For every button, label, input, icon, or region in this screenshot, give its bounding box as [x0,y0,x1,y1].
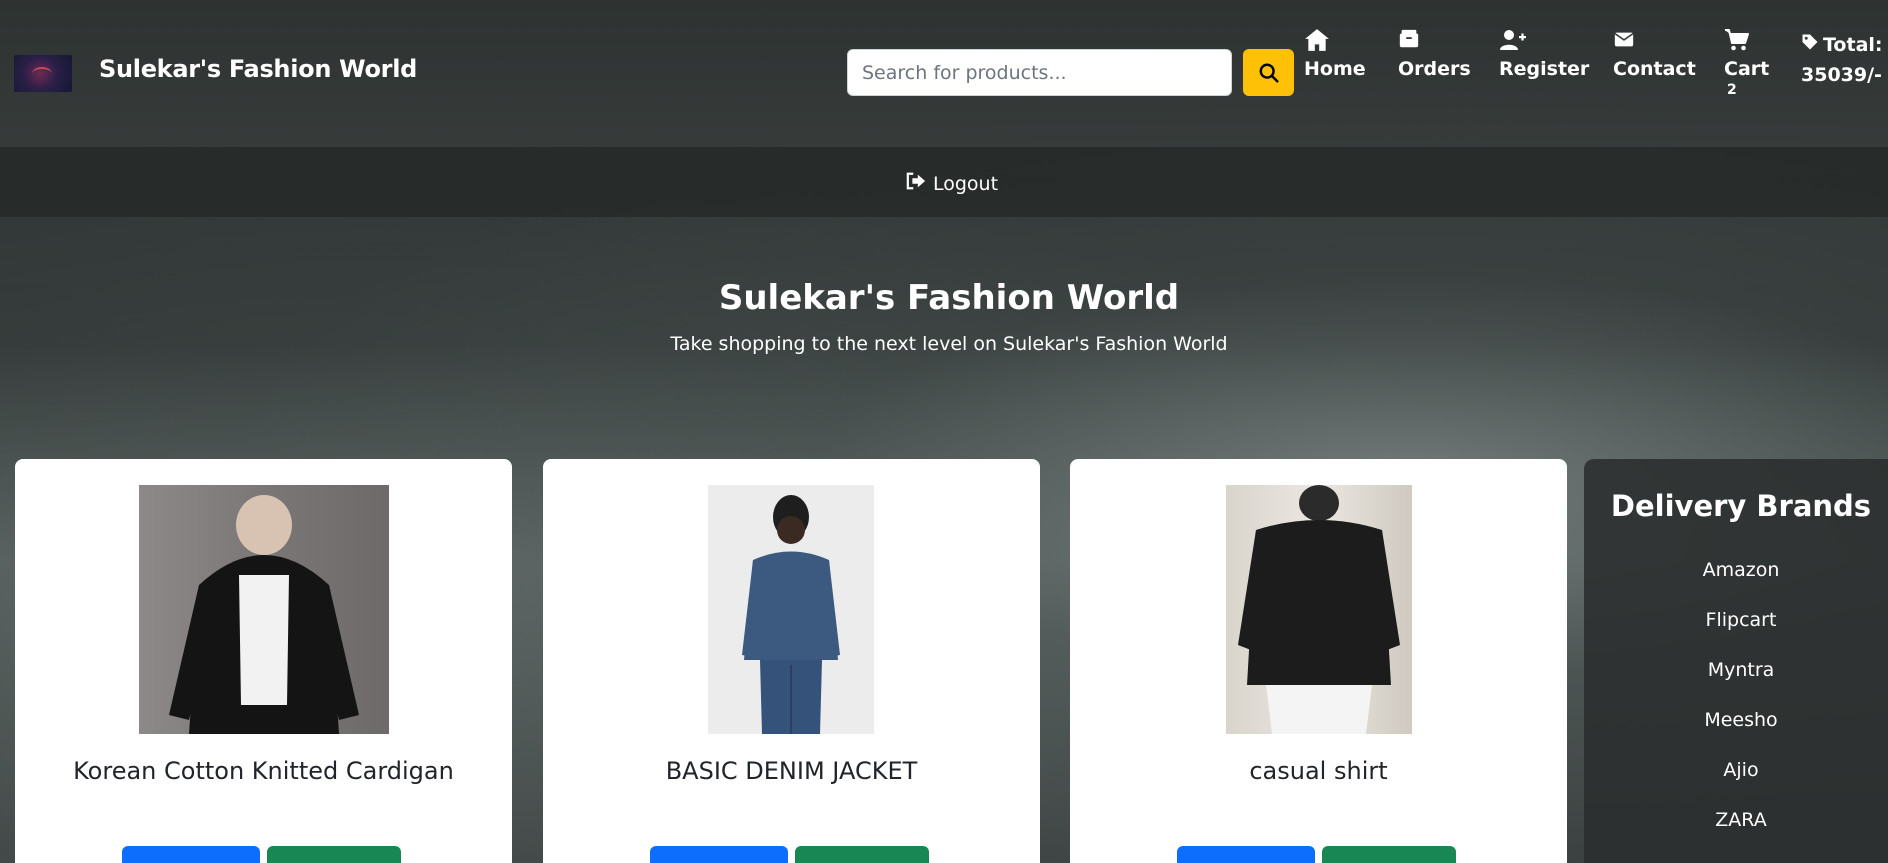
product-card: Korean Cotton Knitted Cardigan [15,459,512,863]
nav-orders-label: Orders [1398,58,1471,80]
total-value: 35039/- [1801,64,1882,86]
delivery-brands-panel: Delivery Brands Amazon Flipcart Myntra M… [1584,459,1888,863]
tag-icon [1801,30,1819,60]
site-logo[interactable] [14,55,72,92]
search-icon [1259,63,1279,83]
product-title: casual shirt [1249,757,1388,785]
brand-name[interactable]: Sulekar's Fashion World [99,55,417,83]
product-image[interactable] [708,485,874,734]
product-card: BASIC DENIM JACKET [543,459,1040,863]
product-title: Korean Cotton Knitted Cardigan [73,757,454,785]
logout-link[interactable]: Logout [905,171,998,196]
add-to-cart-button[interactable] [1322,846,1456,863]
home-icon [1304,28,1366,54]
nav-contact[interactable]: Contact [1613,28,1696,80]
view-details-button[interactable] [122,846,260,863]
nav-home[interactable]: Home [1304,28,1366,80]
envelope-icon [1613,28,1696,54]
hero-title: Sulekar's Fashion World [718,278,1180,318]
nav-orders[interactable]: Orders [1398,28,1471,80]
user-plus-icon [1499,28,1589,54]
cart-count-badge: 2 [1727,82,1737,98]
nav-contact-label: Contact [1613,58,1696,80]
nav-cart-label: Cart [1724,58,1770,80]
brand-item[interactable]: Ajio [1584,759,1888,809]
product-image[interactable] [139,485,389,734]
view-details-button[interactable] [650,846,788,863]
nav-cart[interactable]: Cart 2 [1724,28,1769,98]
nav-register-label: Register [1499,58,1590,80]
nav-home-label: Home [1304,58,1366,80]
nav-register[interactable]: Register [1499,28,1589,80]
delivery-brands-title: Delivery Brands [1610,489,1872,523]
search-button[interactable] [1243,49,1294,96]
cart-total: Total: 35039/- [1801,30,1883,90]
delivery-brands-list: Amazon Flipcart Myntra Meesho Ajio ZARA [1584,559,1888,859]
view-details-button[interactable] [1177,846,1315,863]
brand-item[interactable]: ZARA [1584,809,1888,859]
cart-icon [1724,28,1769,54]
logout-icon [905,171,927,196]
brand-item[interactable]: Meesho [1584,709,1888,759]
logout-label: Logout [933,172,999,195]
total-label: Total: [1823,34,1883,56]
search-input[interactable] [847,49,1232,96]
hero-subtitle: Take shopping to the next level on Sulek… [670,333,1228,355]
add-to-cart-button[interactable] [267,846,401,863]
brand-item[interactable]: Myntra [1584,659,1888,709]
box-icon [1398,28,1471,54]
add-to-cart-button[interactable] [795,846,929,863]
brand-item[interactable]: Amazon [1584,559,1888,609]
product-card: casual shirt [1070,459,1567,863]
brand-item[interactable]: Flipcart [1584,609,1888,659]
product-image[interactable] [1226,485,1412,734]
product-title: BASIC DENIM JACKET [665,757,918,785]
